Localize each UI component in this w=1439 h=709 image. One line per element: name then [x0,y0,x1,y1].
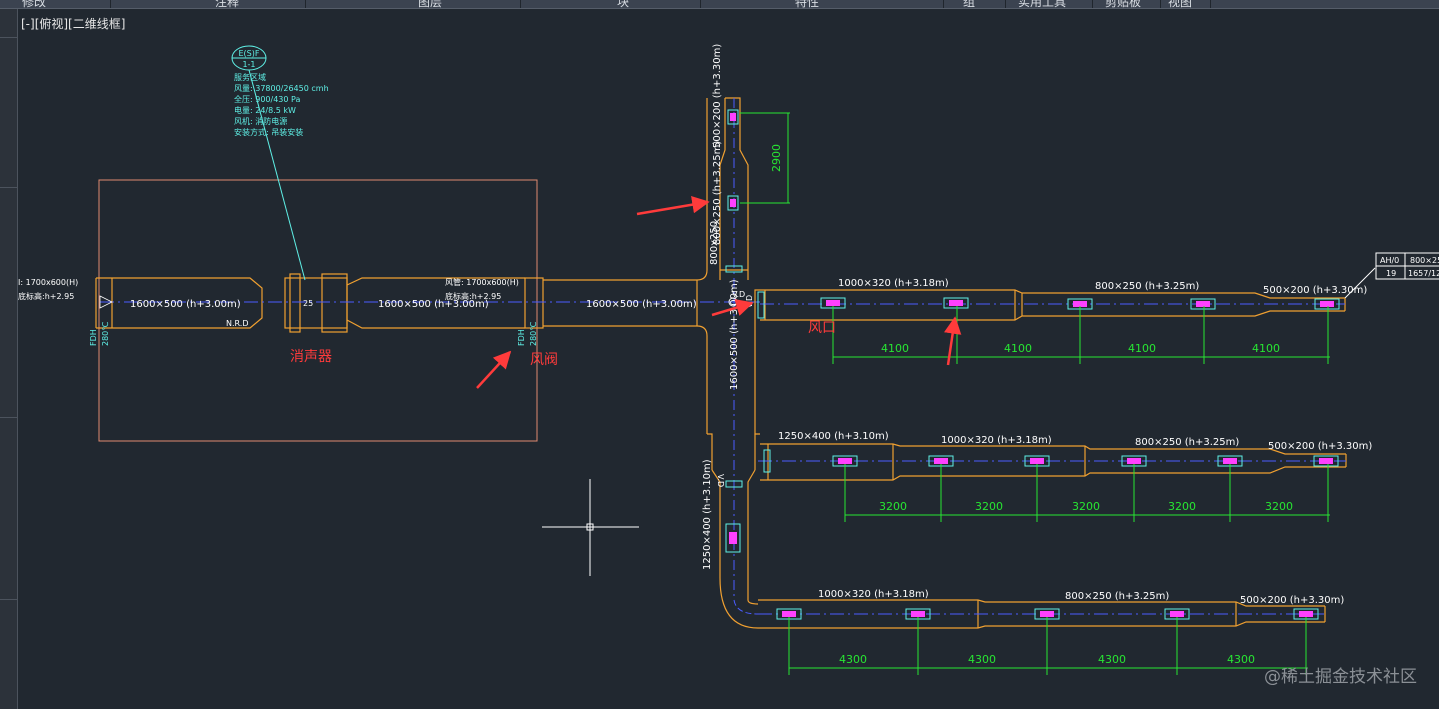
diffuser [943,297,969,309]
diffuser-annotation: 风口 [808,320,836,336]
table-cell: 19 [1386,269,1396,278]
equipment-sub: 1-1 [242,60,255,69]
watermark: @稀土掘金技术社区 [1264,667,1417,687]
table-header: 800×25 [1410,256,1439,265]
equipment-line-6: 安装方式: 吊装安装 [234,127,303,137]
branch2-dim: 3200 [1072,500,1100,513]
table-cell: 1657/12 [1408,269,1439,278]
branch2-seg-c: 500×200 (h+3.30m) [1268,441,1372,452]
branch3-dim: 4300 [1227,653,1255,666]
drawing-canvas[interactable]: E(S)F 1-1 服务区域 风量: 37800/26450 cmh 全压: 9… [0,0,1439,709]
nrd-label: N.R.D [226,319,249,328]
main-duct [95,98,708,434]
outlet-elev-label: 底标高:h+2.95 [445,291,501,301]
main-seg1-label: 1600×500 (h+3.00m) [130,299,241,310]
diffuser [727,195,739,211]
branch1-seg-c: 500×200 (h+3.30m) [1263,285,1367,296]
vd-label-3: V.D [716,474,725,487]
branch1-dim: 4100 [1252,342,1280,355]
branch1-seg-a: 1000×320 (h+3.18m) [838,278,949,289]
branch1-duct [760,289,1346,321]
trunk-lower-label: 1250×400 (h+3.10m) [702,459,713,570]
diffuser [725,523,741,553]
equipment-line-1: 服务区域 [234,72,266,82]
branch1-dim: 4100 [1128,342,1156,355]
diffuser [727,109,739,125]
branch3-seg-a: 1000×320 (h+3.18m) [818,589,929,600]
inlet-elev-label: 底标高:h+2.95 [18,291,74,301]
branch2-dim: 3200 [975,500,1003,513]
branch2-dim: 3200 [1168,500,1196,513]
fdh-left-temp: 280℃ [101,322,110,346]
vd-label-2: V.D [745,295,754,308]
main-seg3-label: 1600×500 (h+3.00m) [586,299,697,310]
diffusers [725,109,1340,620]
riser-top-label: 500×200 (h+3.30m) [712,44,723,148]
branch1-dim: 4100 [1004,342,1032,355]
equipment-tag: E(S)F 1-1 服务区域 风量: 37800/26450 cmh 全压: 9… [231,45,329,281]
branch3-seg-b: 800×250 (h+3.25m) [1065,591,1169,602]
equipment-line-3: 全压: 900/430 Pa [234,94,300,104]
branch3-dim: 4300 [839,653,867,666]
branch3-dim: 4300 [1098,653,1126,666]
table-header: AH/0 [1380,256,1399,265]
vd-label-1: V.D [732,290,745,299]
branch1-dim: 4100 [881,342,909,355]
fdh-left-label: FDH [89,329,98,346]
branch3-seg-c: 500×200 (h+3.30m) [1240,595,1344,606]
branch2-seg-b: 800×250 (h+3.25m) [1135,437,1239,448]
equipment-id: E(S)F [239,49,260,58]
equipment-line-5: 风机: 消防电源 [234,116,287,126]
equipment-line-4: 电量: 24/8.5 kW [234,105,296,115]
branch1-seg-b: 800×250 (h+3.25m) [1095,281,1199,292]
equipment-line-2: 风量: 37800/26450 cmh [234,84,329,93]
branch2-seg-0: 1250×400 (h+3.10m) [778,431,889,442]
branch2-seg-a: 1000×320 (h+3.18m) [941,435,1052,446]
damper-annotation: 风阀 [530,352,558,368]
branch2-dim: 3200 [879,500,907,513]
room-outline [98,179,538,442]
red-annotations: 消声器 风阀 风口 [290,195,962,389]
crosshair-cursor [542,479,639,576]
silencer-annotation: 消声器 [290,349,332,365]
fdh-right-label: FDH [517,329,526,346]
fdh-right-temp: 280℃ [529,322,538,346]
inlet-size-label: I: 1700x600(H) [18,278,78,287]
branch3-dim: 4300 [968,653,996,666]
riser-bottom-label: 800x250 [709,221,720,265]
outlet-size-label: 风管: 1700x600(H) [445,277,519,287]
silencer-mark: 25 [303,299,313,308]
branch2-dim: 3200 [1265,500,1293,513]
riser-dim: 2900 [770,144,783,172]
